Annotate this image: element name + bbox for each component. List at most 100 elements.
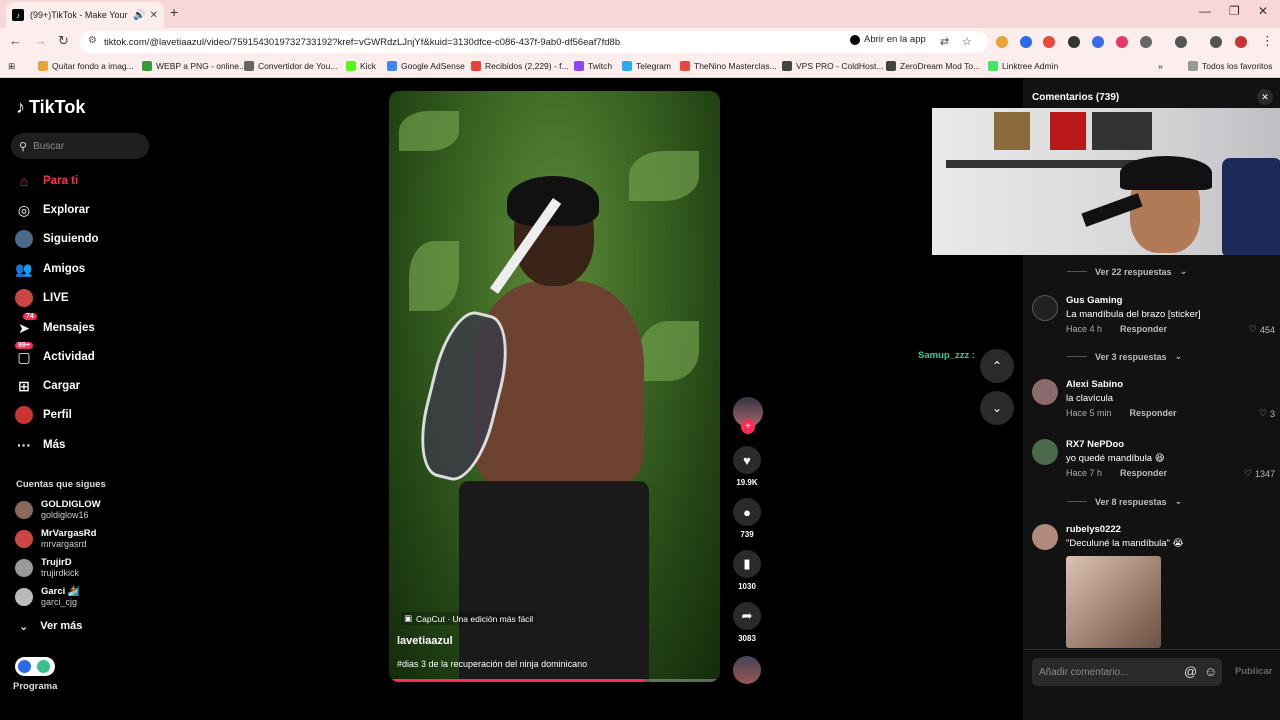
comment-username[interactable]: Alexi Sabino — [1066, 379, 1123, 390]
profile-avatar-icon[interactable] — [1235, 36, 1247, 48]
reload-icon[interactable]: ↻ — [58, 33, 69, 49]
share-button[interactable]: ➦ 3083 — [733, 602, 761, 643]
comment-text: la clavícula — [1066, 393, 1113, 404]
view-replies-button[interactable]: Ver 3 respuestas ⌄ — [1067, 351, 1182, 362]
bookmark-item[interactable]: Kick — [346, 61, 376, 71]
bookmark-item[interactable]: Linktree Admin — [988, 61, 1058, 71]
extension-icon[interactable] — [1020, 36, 1032, 48]
streamer-cap — [1120, 156, 1212, 190]
close-tab-icon[interactable]: ✕ — [150, 10, 158, 21]
bookmark-item[interactable]: ZeroDream Mod To... — [886, 61, 980, 71]
post-comment-button[interactable]: Publicar — [1235, 666, 1273, 677]
avatar[interactable] — [1032, 439, 1058, 465]
avatar[interactable] — [1032, 524, 1058, 550]
bookmark-item[interactable]: Telegram — [622, 61, 671, 71]
bookmark-item[interactable]: Google AdSense — [387, 61, 465, 71]
bookmark-item[interactable]: Convertidor de You... — [244, 61, 337, 71]
translate-icon[interactable]: ⇄ — [940, 35, 949, 48]
chevron-up-icon: ⌃ — [991, 359, 1003, 373]
following-account[interactable]: Garci 🏄 garci_cjg — [15, 586, 80, 608]
sidebar-item-siguiendo[interactable]: Siguiendo — [15, 230, 99, 248]
bookmark-item[interactable]: VPS PRO - ColdHost... — [782, 61, 883, 71]
bookmark-item[interactable]: TheNino Masterclas... — [680, 61, 777, 71]
sidebar-item-perfil[interactable]: Perfil — [15, 406, 72, 424]
reply-button[interactable]: Responder — [1120, 324, 1167, 334]
like-button[interactable]: ♥ 19.9K — [733, 446, 761, 487]
media-icon[interactable] — [1210, 36, 1222, 48]
browser-tab[interactable]: ♪ (99+)TikTok - Make Your Day 🔊 ✕ — [6, 2, 164, 28]
minimize-icon[interactable]: — — [1199, 4, 1211, 18]
sidebar-item-para-ti[interactable]: ⌂ Para ti — [15, 172, 78, 190]
music-disc-icon[interactable] — [733, 656, 761, 684]
extension-icon[interactable] — [1116, 36, 1128, 48]
cast-icon[interactable] — [1175, 36, 1187, 48]
following-account[interactable]: GOLDIGLOW goldiglow16 — [15, 499, 101, 521]
tiktok-logo[interactable]: ♪ TikTok — [16, 97, 85, 118]
comment-input[interactable]: Añadir comentario... @ ☺ — [1032, 658, 1222, 686]
bookmark-star-icon[interactable]: ☆ — [962, 35, 972, 48]
following-icon — [15, 230, 33, 248]
previous-video-button[interactable]: ⌃ — [980, 349, 1014, 383]
view-replies-button[interactable]: Ver 22 respuestas ⌄ — [1067, 266, 1187, 277]
emoji-icon[interactable]: ☺ — [1204, 664, 1217, 679]
follow-plus-icon[interactable]: + — [741, 420, 755, 434]
avatar — [15, 530, 33, 548]
close-window-icon[interactable]: ✕ — [1258, 4, 1268, 18]
avatar[interactable] — [1032, 379, 1058, 405]
sidebar-item-amigos[interactable]: 👥 Amigos — [15, 260, 85, 278]
save-count: 1030 — [738, 582, 756, 591]
save-button[interactable]: ▮ 1030 — [733, 550, 761, 591]
comment-username[interactable]: Gus Gaming — [1066, 295, 1122, 306]
extension-icon[interactable] — [1043, 36, 1055, 48]
open-in-app-button[interactable]: Abrir en la app — [850, 34, 926, 45]
sidebar-item-live[interactable]: LIVE — [15, 289, 69, 307]
next-video-button[interactable]: ⌄ — [980, 391, 1014, 425]
capcut-label[interactable]: ▣ CapCut · Una edición más fácil — [401, 612, 537, 625]
search-input[interactable]: ⚲ Buscar — [11, 133, 149, 159]
site-info-icon[interactable]: ⚙ — [88, 35, 97, 46]
comment-username[interactable]: rubelys0222 — [1066, 524, 1121, 535]
close-icon[interactable]: ✕ — [1257, 89, 1273, 105]
comment-like[interactable]: ♡ 3 — [1259, 408, 1275, 419]
activity-icon: ▢ 99+ — [15, 342, 33, 366]
restore-icon[interactable]: ❐ — [1229, 4, 1240, 18]
comment-sticker-image[interactable] — [1066, 556, 1161, 648]
mention-icon[interactable]: @ — [1184, 664, 1197, 679]
speaker-icon[interactable]: 🔊 — [133, 10, 145, 21]
bookmark-item[interactable]: Recibidos (2,229) - f... — [471, 61, 569, 71]
reply-button[interactable]: Responder — [1120, 468, 1167, 478]
sidebar-item-mensajes[interactable]: ➤ 74 Mensajes — [15, 313, 95, 337]
extension-icon[interactable] — [996, 36, 1008, 48]
following-account[interactable]: MrVargasRd mrvargasrd — [15, 528, 96, 550]
video-progress-bar[interactable] — [389, 679, 720, 682]
bookmark-item[interactable]: Quitar fondo a imag... — [38, 61, 134, 71]
sidebar-item-mas[interactable]: ··· Más — [15, 436, 65, 454]
video-author[interactable]: lavetiaazul — [397, 635, 453, 647]
comment-like[interactable]: ♡ 1347 — [1244, 468, 1275, 479]
sidebar-item-cargar[interactable]: ⊞ Cargar — [15, 377, 80, 395]
avatar[interactable] — [1032, 295, 1058, 321]
bookmark-item[interactable]: Twitch — [574, 61, 612, 71]
new-tab-icon[interactable]: + — [170, 4, 178, 20]
program-toggle[interactable] — [15, 657, 55, 676]
bookmark-item[interactable]: WEBP a PNG - online... — [142, 61, 246, 71]
forward-icon[interactable]: → — [34, 33, 47, 48]
view-replies-button[interactable]: Ver 8 respuestas ⌄ — [1067, 496, 1182, 507]
sidebar-item-explorar[interactable]: ◎ Explorar — [15, 201, 90, 219]
reply-button[interactable]: Responder — [1130, 408, 1177, 418]
back-icon[interactable]: ← — [9, 33, 22, 48]
following-account[interactable]: TrujirD trujirdkick — [15, 557, 79, 579]
menu-kebab-icon[interactable]: ⋮ — [1261, 33, 1274, 49]
comment-button[interactable]: ● 739 — [733, 498, 761, 539]
extension-icon[interactable] — [1092, 36, 1104, 48]
all-favorites-folder[interactable]: Todos los favoritos — [1188, 61, 1272, 71]
comment-like[interactable]: ♡ 454 — [1249, 324, 1275, 335]
extension-icon[interactable] — [1068, 36, 1080, 48]
bookmarks-overflow-icon[interactable]: » — [1158, 61, 1163, 71]
apps-grid-icon[interactable]: ⊞ — [8, 61, 15, 72]
comment-username[interactable]: RX7 NePDoo — [1066, 439, 1124, 450]
see-more-button[interactable]: ⌄ Ver más — [19, 620, 82, 633]
sidebar-item-actividad[interactable]: ▢ 99+ Actividad — [15, 342, 95, 366]
video-player[interactable]: ▣ CapCut · Una edición más fácil lavetiaa… — [389, 91, 720, 682]
extensions-puzzle-icon[interactable] — [1140, 36, 1152, 48]
